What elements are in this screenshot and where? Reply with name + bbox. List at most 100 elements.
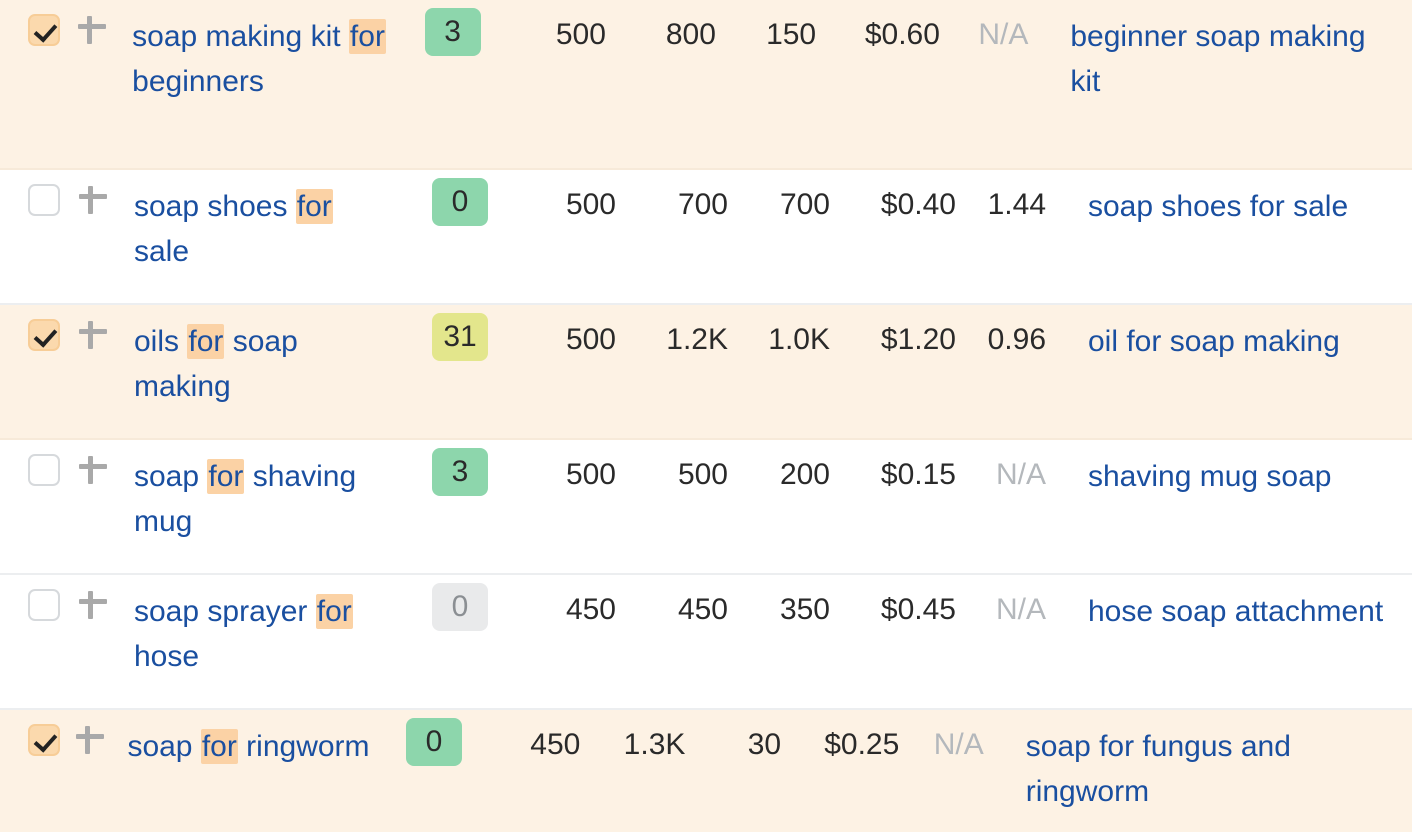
- table-row[interactable]: soap for shaving mug 3 500 500 200 $0.15 N/A sh…: [0, 440, 1412, 575]
- volume-value: 500: [565, 458, 616, 491]
- keyword-text: beginners: [132, 65, 264, 98]
- volume-cell: 500: [514, 305, 616, 361]
- ratio-value: 1.44: [987, 188, 1046, 221]
- checkbox-unchecked-icon[interactable]: [28, 454, 60, 486]
- plus-icon[interactable]: [76, 450, 110, 484]
- volume-value: 500: [555, 18, 606, 51]
- cpc-cell: $0.45: [830, 575, 956, 631]
- parent-topic-link[interactable]: beginner soap making kit: [1070, 14, 1398, 104]
- parent-topic-link[interactable]: soap for fungus and ringworm: [1026, 724, 1398, 814]
- ratio-value: 0.96: [987, 323, 1046, 356]
- cpc-cell: $0.40: [830, 170, 956, 226]
- add-keyword-cell[interactable]: [73, 710, 127, 754]
- keyword-table: soap making kit for beginners 3 500 800 150 $…: [0, 0, 1412, 832]
- add-keyword-cell[interactable]: [76, 575, 134, 619]
- keyword-highlight: for: [200, 729, 238, 764]
- keyword-difficulty-badge: 0: [432, 178, 488, 226]
- global-volume-value: 30: [747, 728, 782, 761]
- keyword-text: soap shoes: [134, 190, 296, 223]
- keyword-link[interactable]: soap sprayer for hose: [134, 589, 394, 679]
- row-select-cell[interactable]: [0, 0, 75, 46]
- keyword-text: soap making kit: [132, 20, 349, 53]
- row-select-cell[interactable]: [0, 305, 76, 351]
- plus-icon[interactable]: [76, 180, 110, 214]
- keyword-difficulty-badge: 31: [432, 313, 488, 361]
- keyword-cell: soap shoes for sale: [134, 170, 406, 274]
- global-volume-value: 200: [779, 458, 830, 491]
- add-keyword-cell[interactable]: [76, 305, 134, 349]
- keyword-link[interactable]: soap making kit for beginners: [132, 14, 387, 104]
- parent-topic-cell: oil for soap making: [1072, 305, 1412, 364]
- keyword-link[interactable]: soap for shaving mug: [134, 454, 394, 544]
- table-row[interactable]: soap making kit for beginners 3 500 800 150 $…: [0, 0, 1412, 170]
- global-volume-cell: 700: [728, 170, 830, 226]
- difficulty-cell: 0: [406, 575, 514, 631]
- keyword-text: oils: [134, 325, 188, 358]
- keyword-difficulty-badge: 3: [432, 448, 488, 496]
- keyword-highlight: for: [315, 594, 353, 629]
- ratio-value: N/A: [978, 18, 1029, 51]
- plus-icon[interactable]: [76, 315, 110, 349]
- plus-icon[interactable]: [73, 720, 107, 754]
- plus-icon[interactable]: [75, 10, 109, 44]
- keyword-cell: soap for ringworm: [127, 710, 383, 769]
- checkbox-checked-icon[interactable]: [28, 724, 60, 756]
- traffic-potential-cell: 450: [616, 575, 728, 631]
- checkbox-unchecked-icon[interactable]: [28, 184, 60, 216]
- traffic-potential-value: 450: [677, 593, 728, 626]
- traffic-potential-value: 800: [665, 18, 716, 51]
- volume-cell: 450: [485, 710, 580, 766]
- difficulty-cell: 0: [406, 170, 514, 226]
- difficulty-cell: 3: [406, 440, 514, 496]
- table-row[interactable]: soap shoes for sale 0 500 700 700 $0.40 1.44 so…: [0, 170, 1412, 305]
- checkbox-checked-icon[interactable]: [28, 14, 60, 46]
- keyword-link[interactable]: soap shoes for sale: [134, 184, 394, 274]
- cpc-value: $1.20: [880, 323, 956, 356]
- checkbox-checked-icon[interactable]: [28, 319, 60, 351]
- keyword-link[interactable]: oils for soap making: [134, 319, 394, 409]
- global-volume-value: 350: [779, 593, 830, 626]
- plus-icon[interactable]: [76, 585, 110, 619]
- keyword-link[interactable]: soap for ringworm: [127, 724, 370, 769]
- parent-topic-link[interactable]: soap shoes for sale: [1088, 184, 1348, 229]
- parent-topic-link[interactable]: shaving mug soap: [1088, 454, 1332, 499]
- add-keyword-cell[interactable]: [76, 440, 134, 484]
- volume-cell: 500: [506, 0, 606, 56]
- table-row[interactable]: soap for ringworm 0 450 1.3K 30 $0.25 N/A soap …: [0, 710, 1412, 832]
- row-select-cell[interactable]: [0, 170, 76, 216]
- ratio-cell: N/A: [899, 710, 1009, 766]
- keyword-cell: oils for soap making: [134, 305, 406, 409]
- keyword-difficulty-badge: 3: [424, 8, 481, 56]
- volume-cell: 500: [514, 170, 616, 226]
- add-keyword-cell[interactable]: [76, 170, 134, 214]
- traffic-potential-cell: 800: [606, 0, 716, 56]
- traffic-potential-value: 500: [677, 458, 728, 491]
- volume-cell: 450: [514, 575, 616, 631]
- row-select-cell[interactable]: [0, 440, 76, 486]
- row-select-cell[interactable]: [0, 710, 73, 756]
- traffic-potential-cell: 1.2K: [616, 305, 728, 361]
- ratio-cell: N/A: [956, 575, 1072, 631]
- traffic-potential-cell: 500: [616, 440, 728, 496]
- cpc-cell: $0.60: [816, 0, 940, 56]
- checkbox-unchecked-icon[interactable]: [28, 589, 60, 621]
- table-row[interactable]: oils for soap making 31 500 1.2K 1.0K $1.20 0.…: [0, 305, 1412, 440]
- parent-topic-cell: shaving mug soap: [1072, 440, 1412, 499]
- parent-topic-cell: hose soap attachment: [1072, 575, 1412, 634]
- global-volume-cell: 350: [728, 575, 830, 631]
- keyword-text: hose: [134, 640, 200, 673]
- table-row[interactable]: soap sprayer for hose 0 450 450 350 $0.45 N/A h…: [0, 575, 1412, 710]
- cpc-value: $0.60: [864, 18, 940, 51]
- keyword-text: ringworm: [237, 730, 370, 763]
- keyword-cell: soap for shaving mug: [134, 440, 406, 544]
- keyword-text: soap sprayer: [134, 595, 316, 628]
- row-select-cell[interactable]: [0, 575, 76, 621]
- difficulty-cell: 0: [383, 710, 484, 766]
- parent-topic-link[interactable]: oil for soap making: [1088, 319, 1340, 364]
- keyword-highlight: for: [348, 19, 386, 54]
- parent-topic-link[interactable]: hose soap attachment: [1088, 589, 1383, 634]
- keyword-highlight: for: [295, 189, 333, 224]
- add-keyword-cell[interactable]: [75, 0, 132, 44]
- keyword-difficulty-badge: 0: [432, 583, 488, 631]
- cpc-value: $0.15: [880, 458, 956, 491]
